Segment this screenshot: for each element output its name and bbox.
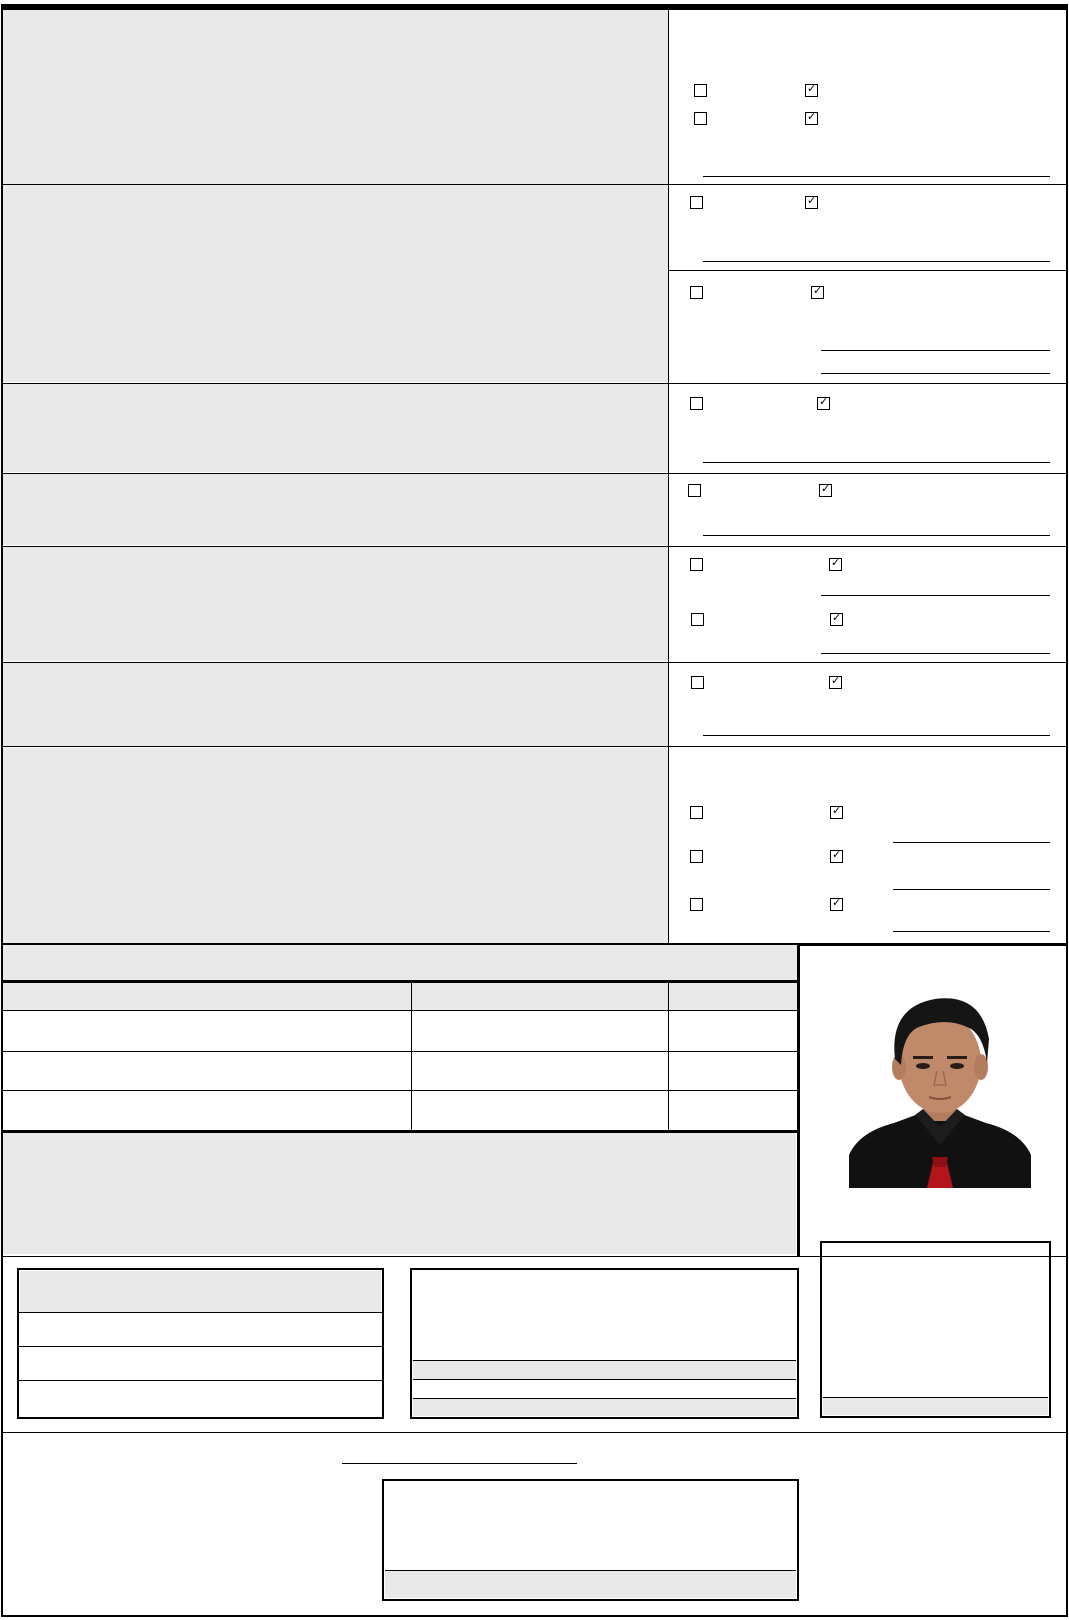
separator xyxy=(1,1010,798,1011)
q40a-no-checkbox[interactable] xyxy=(830,804,843,819)
separator xyxy=(668,270,1068,271)
separator xyxy=(1,1051,798,1052)
separator xyxy=(1,746,1068,747)
q38b-yes-checkbox[interactable] xyxy=(691,613,704,626)
q36-no-checkbox[interactable] xyxy=(817,395,830,410)
reference-row-2[interactable] xyxy=(3,1053,796,1089)
separator xyxy=(1,383,1068,384)
q40a-details-line[interactable] xyxy=(893,842,1050,843)
q36-question-panel xyxy=(3,384,668,472)
separator xyxy=(1,546,1068,547)
q38b-no-checkbox[interactable] xyxy=(830,611,843,626)
q35b-date-filed-line[interactable] xyxy=(821,350,1050,351)
question-answer-divider xyxy=(668,8,669,943)
q39-details-line[interactable] xyxy=(703,735,1050,736)
q35b-yes-checkbox[interactable] xyxy=(690,286,703,299)
q37-details-line[interactable] xyxy=(703,535,1050,536)
q38a-no-checkbox[interactable] xyxy=(829,556,842,571)
q37-question-panel xyxy=(3,474,668,545)
q40c-yes-checkbox[interactable] xyxy=(690,898,703,911)
q34a-no-checkbox[interactable] xyxy=(805,82,818,97)
q35a-yes-checkbox[interactable] xyxy=(690,196,703,209)
date-accomplished-field[interactable] xyxy=(413,1381,796,1398)
references-header xyxy=(3,945,798,980)
q34b-yes-checkbox[interactable] xyxy=(694,112,707,125)
reference-row-1[interactable] xyxy=(3,1012,796,1050)
thumbmark-label-band xyxy=(823,1397,1048,1415)
separator xyxy=(1,473,1068,474)
q38-question-panel xyxy=(3,547,668,661)
separator xyxy=(1,184,1068,185)
q34b-no-checkbox[interactable] xyxy=(805,110,818,125)
q40c-details-line[interactable] xyxy=(893,931,1050,932)
q40c-no-checkbox[interactable] xyxy=(830,896,843,911)
q40b-yes-checkbox[interactable] xyxy=(690,850,703,863)
q38b-details-line[interactable] xyxy=(821,653,1050,654)
separator xyxy=(1,1090,798,1091)
q34-question-panel xyxy=(3,10,668,184)
q36-details-line[interactable] xyxy=(703,462,1050,463)
separator xyxy=(1,662,1068,663)
subscribed-sworn-date-line[interactable] xyxy=(342,1463,577,1464)
date-accomplished-label-band xyxy=(413,1398,796,1416)
references-column-headers xyxy=(3,983,798,1010)
references-right-border xyxy=(797,943,800,1256)
q34-details-line[interactable] xyxy=(703,176,1050,177)
q40-question-panel xyxy=(3,748,668,943)
separator xyxy=(17,1346,384,1347)
q40b-no-checkbox[interactable] xyxy=(830,848,843,863)
q37-yes-checkbox[interactable] xyxy=(688,484,701,497)
q39-yes-checkbox[interactable] xyxy=(691,676,704,689)
government-id-field[interactable] xyxy=(20,1314,381,1345)
q36-yes-checkbox[interactable] xyxy=(690,397,703,410)
thumbmark-box[interactable] xyxy=(820,1241,1051,1418)
separator xyxy=(17,1312,384,1313)
applicant-photo xyxy=(849,987,1031,1188)
administering-officer-label-band xyxy=(385,1570,796,1598)
signature-label-band xyxy=(413,1360,796,1380)
government-id-header xyxy=(20,1271,381,1312)
q38a-details-line[interactable] xyxy=(821,595,1050,596)
separator xyxy=(1,1432,1068,1433)
q38a-yes-checkbox[interactable] xyxy=(690,558,703,571)
q35-question-panel xyxy=(3,185,668,382)
photo-svg xyxy=(849,987,1031,1188)
q34a-yes-checkbox[interactable] xyxy=(694,84,707,97)
q35a-no-checkbox[interactable] xyxy=(805,194,818,209)
q40a-yes-checkbox[interactable] xyxy=(690,806,703,819)
separator xyxy=(17,1380,384,1381)
q39-question-panel xyxy=(3,663,668,746)
q35b-status-line[interactable] xyxy=(821,373,1050,374)
declaration-panel xyxy=(3,1133,796,1254)
reference-row-3[interactable] xyxy=(3,1092,796,1129)
id-number-field[interactable] xyxy=(20,1348,381,1379)
date-place-issuance-field[interactable] xyxy=(20,1382,381,1416)
q35b-no-checkbox[interactable] xyxy=(811,284,824,299)
q35a-details-line[interactable] xyxy=(703,261,1050,262)
q37-no-checkbox[interactable] xyxy=(819,482,832,497)
q39-no-checkbox[interactable] xyxy=(829,674,842,689)
q40b-details-line[interactable] xyxy=(893,889,1050,890)
